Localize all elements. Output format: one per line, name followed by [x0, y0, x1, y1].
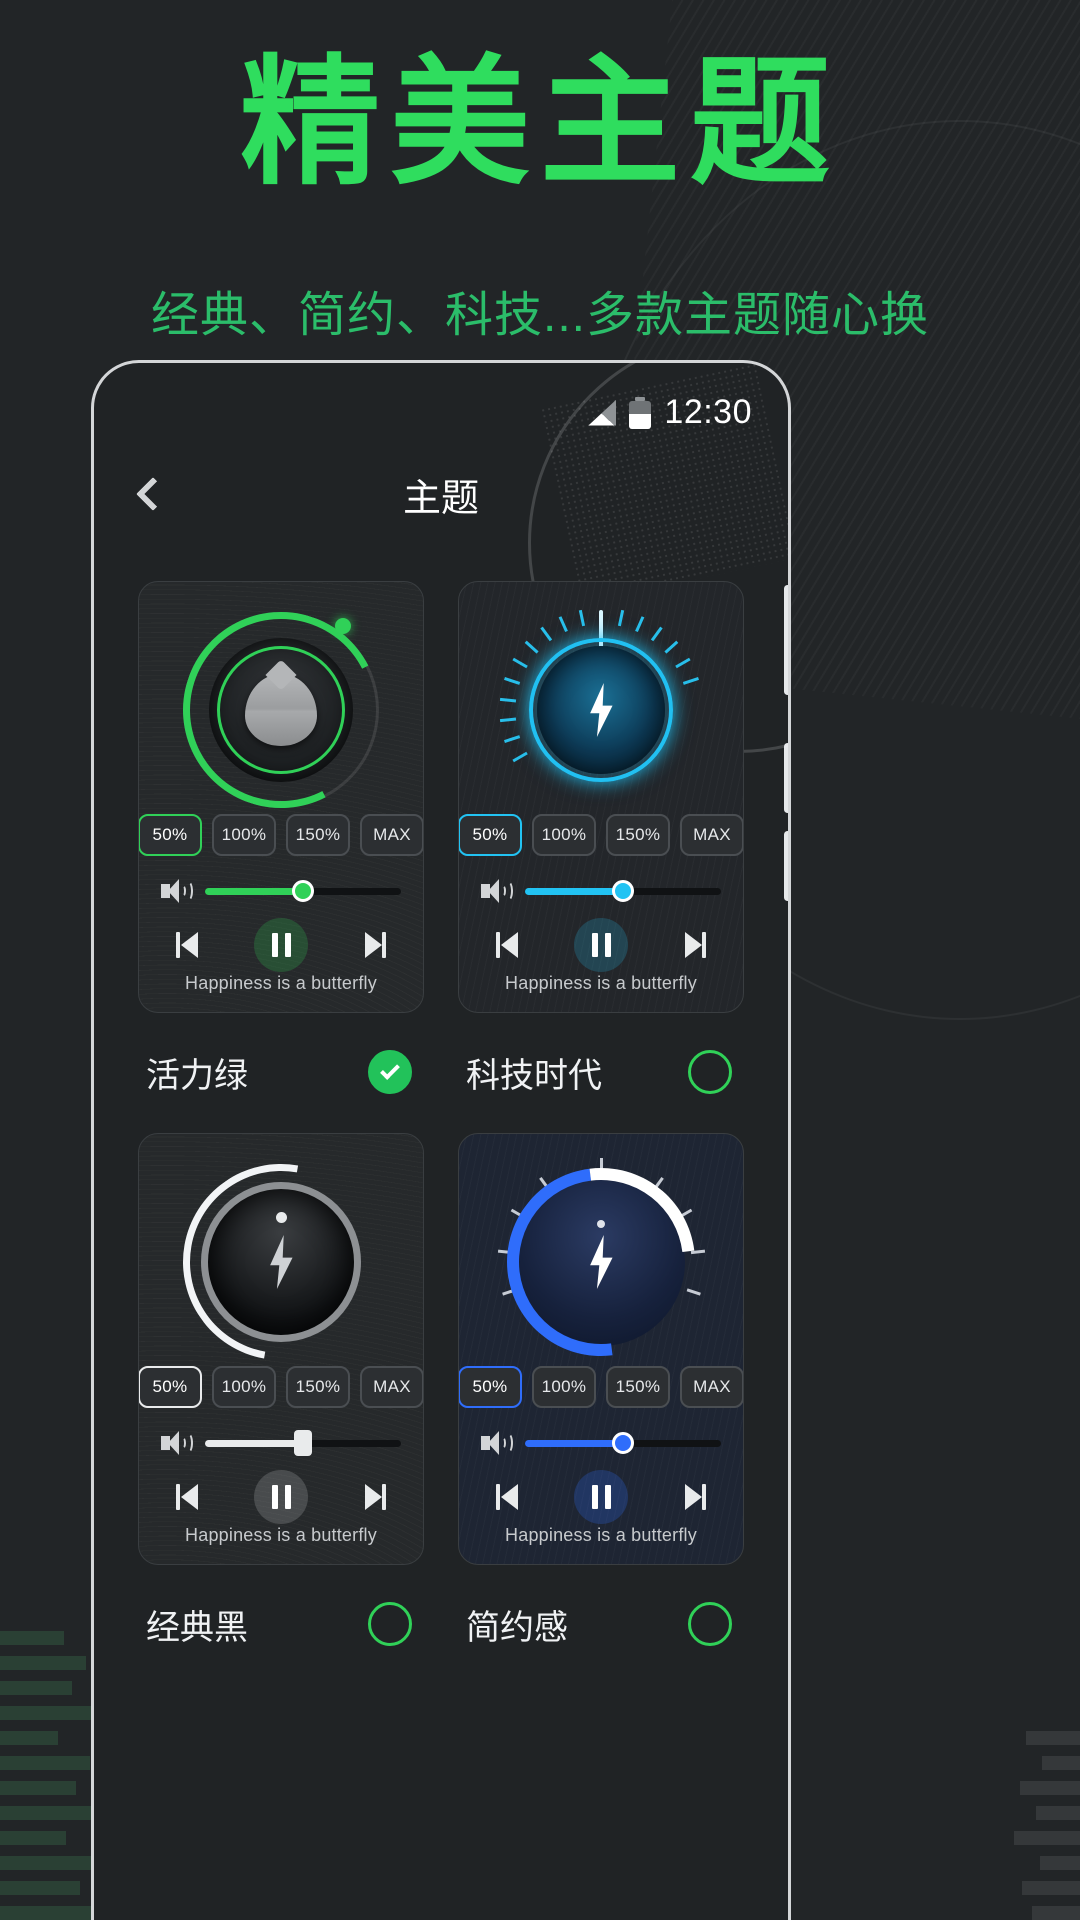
theme-preview-card[interactable]: 50% 100% 150% MAX Happiness is a butterf…: [138, 581, 424, 1013]
skip-next-icon[interactable]: [356, 1480, 390, 1514]
theme-name: 科技时代: [466, 1056, 602, 1095]
preset-button[interactable]: 100%: [532, 814, 596, 856]
preset-button[interactable]: 50%: [459, 1366, 522, 1408]
volume-slider[interactable]: [525, 1432, 721, 1454]
volume-slider-row: [459, 1430, 743, 1456]
phone-mockup: 12:30 主题 50% 100% 150% MAX Happiness is …: [91, 360, 791, 1920]
check-icon: [380, 1060, 400, 1080]
volume-icon: [481, 1430, 513, 1456]
preset-button[interactable]: MAX: [680, 814, 743, 856]
volume-slider[interactable]: [205, 1430, 401, 1456]
theme-name: 简约感: [466, 1608, 568, 1647]
theme-cell-vitality-green: 50% 100% 150% MAX Happiness is a butterf…: [138, 553, 424, 1105]
preset-button-group: 50% 100% 150% MAX: [139, 1366, 423, 1408]
track-title: Happiness is a butterfly: [185, 1525, 377, 1545]
equalizer-bars-right-decoration: [960, 1400, 1080, 1920]
pause-icon[interactable]: [574, 918, 628, 972]
preset-button-group: 50% 100% 150% MAX: [459, 814, 743, 856]
page-title: 主题: [402, 477, 479, 520]
preset-button[interactable]: 50%: [459, 814, 522, 856]
theme-label-row: 科技时代: [458, 1013, 744, 1105]
promo-page: 精美主题 经典、简约、科技...多款主题随心换 12:30 主题 50% 100…: [0, 0, 1080, 1920]
skip-next-icon[interactable]: [676, 928, 710, 962]
volume-icon: [161, 878, 193, 904]
status-bar: 12:30: [588, 393, 752, 432]
preset-button-group: 50% 100% 150% MAX: [459, 1366, 743, 1408]
volume-icon: [481, 878, 513, 904]
preset-button[interactable]: 50%: [139, 1366, 202, 1408]
dial-preview: [459, 1134, 743, 1394]
theme-grid: 50% 100% 150% MAX Happiness is a butterf…: [94, 553, 788, 1657]
preset-button[interactable]: 150%: [286, 1366, 350, 1408]
theme-label-row: 简约感: [458, 1565, 744, 1657]
status-bar-clock: 12:30: [664, 393, 752, 431]
track-title: Happiness is a butterfly: [505, 973, 697, 993]
dial-preview: [459, 600, 743, 820]
skip-previous-icon[interactable]: [492, 1480, 526, 1514]
bolt-dial-icon: [499, 609, 699, 808]
skip-next-icon[interactable]: [356, 928, 390, 962]
rotary-knob-icon: [157, 586, 405, 834]
theme-cell-minimal: 50% 100% 150% MAX Happiness is a butterf…: [458, 1105, 744, 1657]
preset-button[interactable]: MAX: [680, 1366, 743, 1408]
theme-cell-classic-black: 50% 100% 150% MAX Happiness is a butterf…: [138, 1105, 424, 1657]
player-controls: [459, 1470, 743, 1524]
player-controls: [459, 918, 743, 972]
theme-preview-card[interactable]: 50% 100% 150% MAX Happiness is a butterf…: [458, 1133, 744, 1565]
volume-slider-row: [139, 878, 423, 904]
volume-slider-row: [139, 1430, 423, 1456]
theme-label-row: 经典黑: [138, 1565, 424, 1657]
player-controls: [139, 1470, 423, 1524]
dial-preview: [139, 1134, 423, 1399]
preset-button[interactable]: 100%: [212, 814, 276, 856]
preset-button-group: 50% 100% 150% MAX: [139, 814, 423, 856]
theme-radio-selected[interactable]: [368, 1050, 412, 1094]
theme-cell-tech-era: 50% 100% 150% MAX Happiness is a butterf…: [458, 553, 744, 1105]
theme-preview-card[interactable]: 50% 100% 150% MAX Happiness is a butterf…: [138, 1133, 424, 1565]
signal-icon: [588, 399, 617, 426]
pause-icon[interactable]: [254, 1470, 308, 1524]
pause-icon[interactable]: [254, 918, 308, 972]
preset-button[interactable]: 100%: [532, 1366, 596, 1408]
bolt-dial-icon: [144, 1134, 418, 1399]
page-subheadline: 经典、简约、科技...多款主题随心换: [150, 289, 929, 342]
theme-preview-card[interactable]: 50% 100% 150% MAX Happiness is a butterf…: [458, 581, 744, 1013]
dial-preview: [139, 586, 423, 834]
pause-icon[interactable]: [574, 1470, 628, 1524]
track-title: Happiness is a butterfly: [505, 1525, 697, 1545]
bolt-dial-icon: [469, 1134, 733, 1394]
volume-icon: [161, 1430, 193, 1456]
skip-previous-icon[interactable]: [172, 928, 206, 962]
theme-label-row: 活力绿: [138, 1013, 424, 1105]
battery-icon: [629, 396, 652, 429]
theme-name: 活力绿: [146, 1056, 248, 1095]
player-controls: [139, 918, 423, 972]
page-headline: 精美主题: [239, 44, 840, 201]
preset-button[interactable]: MAX: [360, 1366, 423, 1408]
phone-screen: 12:30 主题 50% 100% 150% MAX Happiness is …: [94, 363, 788, 1920]
volume-slider[interactable]: [205, 880, 401, 902]
skip-previous-icon[interactable]: [492, 928, 526, 962]
theme-radio[interactable]: [368, 1602, 412, 1646]
theme-radio[interactable]: [688, 1602, 732, 1646]
preset-button[interactable]: 50%: [139, 814, 202, 856]
volume-slider[interactable]: [525, 880, 721, 902]
preset-button[interactable]: 150%: [606, 1366, 670, 1408]
theme-name: 经典黑: [146, 1608, 248, 1647]
preset-button[interactable]: 150%: [286, 814, 350, 856]
app-header: 主题: [94, 449, 788, 539]
skip-previous-icon[interactable]: [172, 1480, 206, 1514]
chevron-left-icon: [136, 477, 170, 511]
preset-button[interactable]: 150%: [606, 814, 670, 856]
volume-slider-row: [459, 878, 743, 904]
preset-button[interactable]: 100%: [212, 1366, 276, 1408]
back-button[interactable]: [124, 465, 182, 523]
theme-radio[interactable]: [688, 1050, 732, 1094]
skip-next-icon[interactable]: [676, 1480, 710, 1514]
preset-button[interactable]: MAX: [360, 814, 423, 856]
track-title: Happiness is a butterfly: [185, 973, 377, 993]
